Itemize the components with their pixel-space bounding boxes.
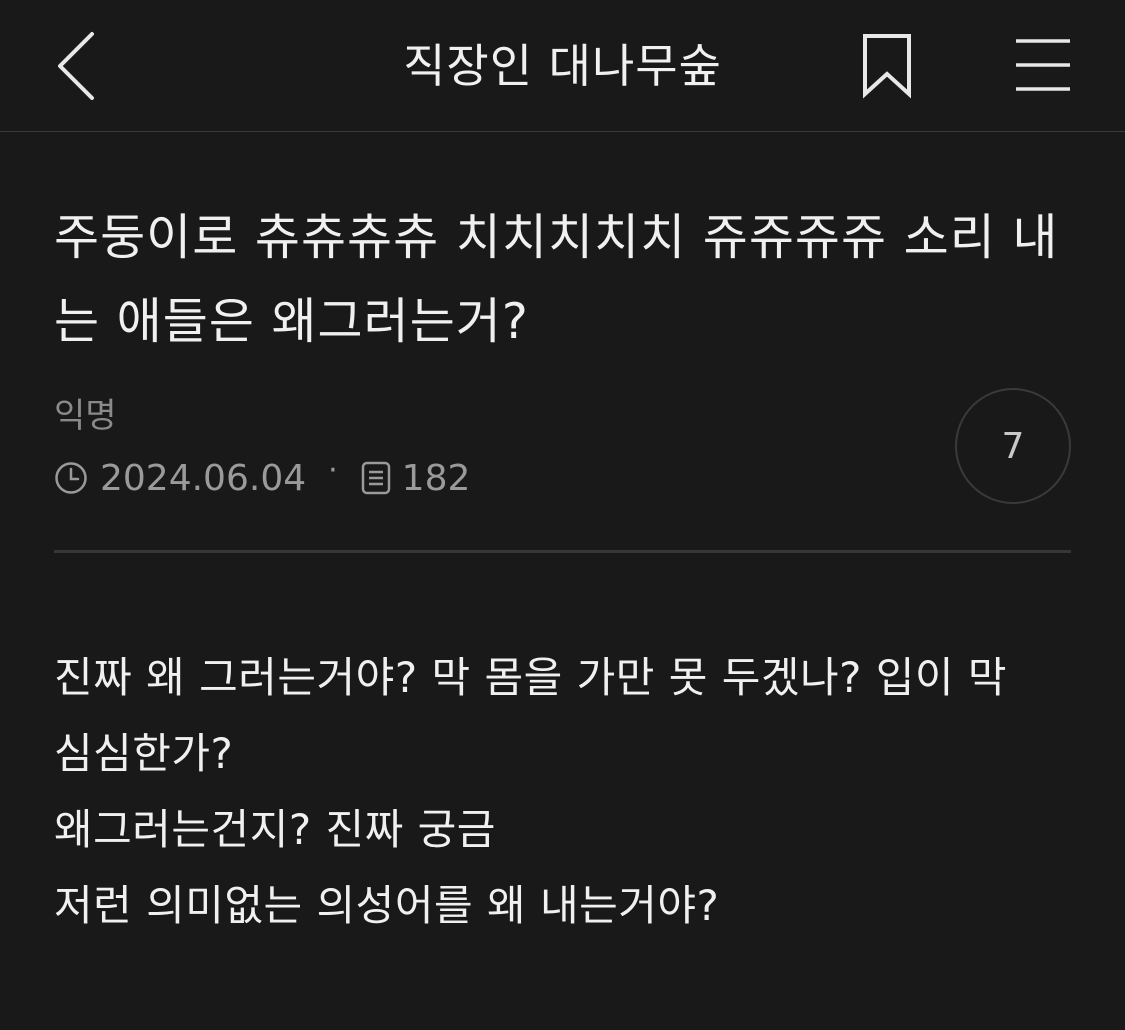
clock-icon bbox=[55, 462, 87, 494]
board-title: 직장인 대나무숲 bbox=[403, 39, 722, 93]
body-line: 심심한가? bbox=[54, 729, 234, 778]
post-meta: 2024.06.04 · 182 bbox=[54, 452, 471, 500]
body-line: 저런 의미없는 의성어를 왜 내는거야? bbox=[54, 881, 720, 930]
comment-count: 7 bbox=[1001, 425, 1025, 467]
bookmark-icon bbox=[863, 34, 911, 99]
top-app-bar: 직장인 대나무숲 bbox=[0, 0, 1125, 132]
bookmark-button[interactable] bbox=[858, 30, 918, 102]
divider bbox=[54, 550, 1071, 553]
post-date: 2024.06.04 bbox=[100, 457, 307, 499]
menu-button[interactable] bbox=[1010, 32, 1076, 98]
hamburger-menu-icon bbox=[1016, 39, 1070, 91]
post-body: 진짜 왜 그러는거야? 막 몸을 가만 못 두겠나? 입이 막 심심한가? 왜그… bbox=[54, 640, 1084, 944]
author-name: 익명 bbox=[54, 396, 117, 436]
comment-count-button[interactable]: 7 bbox=[955, 388, 1071, 504]
document-icon bbox=[361, 461, 390, 495]
body-line: 왜그러는건지? 진짜 궁금 bbox=[54, 805, 496, 854]
post-title: 주둥이로 츄츄츄츄 치치치치치 쥬쥬쥬쥬 소리 내는 애들은 왜그러는거? bbox=[54, 209, 1059, 350]
body-line: 진짜 왜 그러는거야? 막 몸을 가만 못 두겠나? 입이 막 bbox=[54, 653, 1008, 702]
meta-separator: · bbox=[328, 452, 338, 488]
view-count: 182 bbox=[401, 457, 471, 499]
